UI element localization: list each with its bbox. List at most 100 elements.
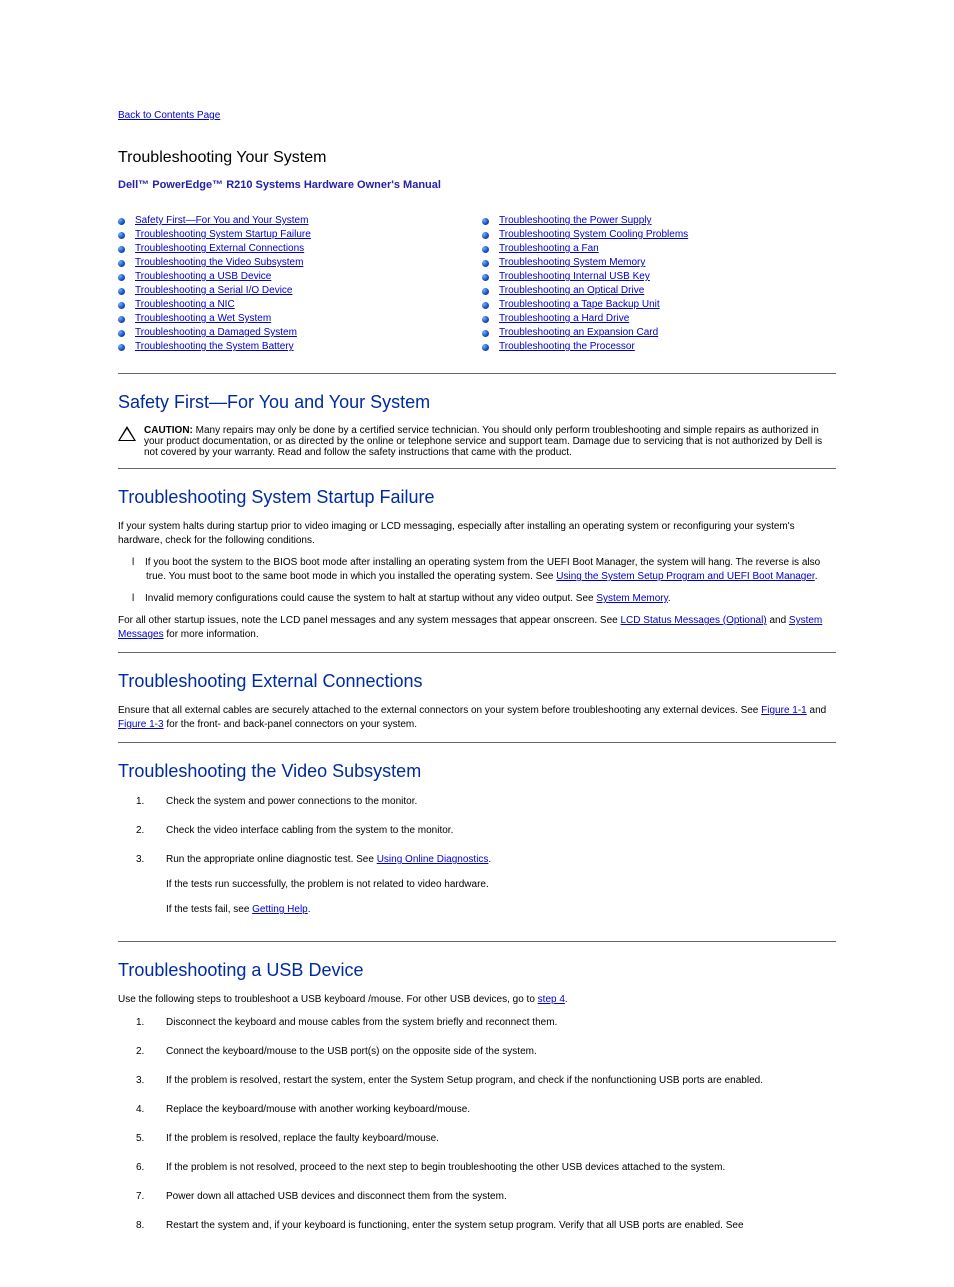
bullet-icon (482, 232, 489, 239)
toc-link[interactable]: Troubleshooting an Expansion Card (499, 327, 658, 339)
step-number: 3. (118, 852, 154, 927)
divider (118, 742, 836, 743)
toc: Safety First—For You and Your System Trou… (118, 215, 836, 355)
toc-link[interactable]: Troubleshooting a NIC (135, 299, 235, 311)
toc-link[interactable]: Troubleshooting Internal USB Key (499, 271, 650, 283)
step-item: 2. Check the video interface cabling fro… (118, 823, 836, 838)
toc-link[interactable]: Troubleshooting a Hard Drive (499, 313, 629, 325)
bullet-icon (118, 316, 125, 323)
caution-label: CAUTION: (144, 425, 193, 436)
toc-link[interactable]: Troubleshooting a Tape Backup Unit (499, 299, 660, 311)
toc-item: Troubleshooting Internal USB Key (482, 271, 836, 283)
list-item: l If you boot the system to the BIOS boo… (118, 556, 836, 584)
step-text: If the problem is resolved, restart the … (166, 1073, 836, 1088)
toc-item: Troubleshooting System Startup Failure (118, 229, 472, 241)
toc-link[interactable]: Troubleshooting a Damaged System (135, 327, 297, 339)
toc-link[interactable]: Troubleshooting the System Battery (135, 341, 294, 353)
step-text: Run the appropriate online diagnostic te… (166, 852, 836, 927)
step-item: 2. Connect the keyboard/mouse to the USB… (118, 1044, 836, 1059)
step-item: 5. If the problem is resolved, replace t… (118, 1131, 836, 1146)
back-to-contents-link[interactable]: Back to Contents Page (118, 110, 220, 121)
caution-text: CAUTION: Many repairs may only be done b… (144, 425, 836, 458)
toc-link[interactable]: Troubleshooting the Power Supply (499, 215, 652, 227)
link-system-memory[interactable]: System Memory (596, 593, 668, 604)
bullet-icon (118, 260, 125, 267)
bullet-icon (482, 274, 489, 281)
toc-link[interactable]: Troubleshooting an Optical Drive (499, 285, 644, 297)
toc-item: Troubleshooting a Wet System (118, 313, 472, 325)
toc-item: Troubleshooting the Video Subsystem (118, 257, 472, 269)
section-heading-safety: Safety First—For You and Your System (118, 392, 836, 413)
divider (118, 652, 836, 653)
link-getting-help[interactable]: Getting Help (252, 904, 308, 915)
toc-item: Troubleshooting the System Battery (118, 341, 472, 353)
divider (118, 941, 836, 942)
toc-item: Troubleshooting System Memory (482, 257, 836, 269)
step-item: 7. Power down all attached USB devices a… (118, 1189, 836, 1204)
section-heading-video: Troubleshooting the Video Subsystem (118, 761, 836, 782)
toc-item: Troubleshooting a USB Device (118, 271, 472, 283)
toc-link[interactable]: Troubleshooting a Wet System (135, 313, 271, 325)
bullet-icon (482, 316, 489, 323)
toc-link[interactable]: Troubleshooting a USB Device (135, 271, 271, 283)
toc-link[interactable]: Troubleshooting the Video Subsystem (135, 257, 303, 269)
step-number: 8. (118, 1218, 154, 1233)
toc-item: Troubleshooting System Cooling Problems (482, 229, 836, 241)
link-figure-1-3[interactable]: Figure 1-3 (118, 719, 164, 730)
link-online-diagnostics[interactable]: Using Online Diagnostics (377, 854, 489, 865)
step-text: Disconnect the keyboard and mouse cables… (166, 1015, 836, 1030)
toc-link[interactable]: Troubleshooting a Fan (499, 243, 599, 255)
caution-block: CAUTION: Many repairs may only be done b… (118, 425, 836, 458)
step-item: 3. Run the appropriate online diagnostic… (118, 852, 836, 927)
step-item: 1. Check the system and power connection… (118, 794, 836, 809)
link-step-4[interactable]: step 4 (538, 994, 565, 1005)
toc-item: Safety First—For You and Your System (118, 215, 472, 227)
toc-item: Troubleshooting a Tape Backup Unit (482, 299, 836, 311)
toc-link[interactable]: Safety First—For You and Your System (135, 215, 308, 227)
link-system-setup[interactable]: Using the System Setup Program and UEFI … (556, 571, 814, 582)
step-text: Check the system and power connections t… (166, 794, 836, 809)
page-title: Troubleshooting Your System (118, 149, 836, 167)
section-heading-startup: Troubleshooting System Startup Failure (118, 487, 836, 508)
step-number: 2. (118, 823, 154, 838)
toc-link[interactable]: Troubleshooting External Connections (135, 243, 304, 255)
bullet-icon (118, 330, 125, 337)
section-heading-external: Troubleshooting External Connections (118, 671, 836, 692)
toc-link[interactable]: Troubleshooting System Cooling Problems (499, 229, 688, 241)
toc-link[interactable]: Troubleshooting a Serial I/O Device (135, 285, 293, 297)
bullet-icon (482, 330, 489, 337)
paragraph: If your system halts during startup prio… (118, 520, 836, 548)
bullet-icon (118, 274, 125, 281)
link-figure-1-1[interactable]: Figure 1-1 (761, 705, 807, 716)
step-item: 8. Restart the system and, if your keybo… (118, 1218, 836, 1233)
manual-subtitle: Dell™ PowerEdge™ R210 Systems Hardware O… (118, 179, 836, 191)
step-number: 1. (118, 794, 154, 809)
bullet-icon (118, 246, 125, 253)
step-number: 7. (118, 1189, 154, 1204)
toc-item: Troubleshooting a Hard Drive (482, 313, 836, 325)
link-lcd-messages[interactable]: LCD Status Messages (Optional) (621, 615, 767, 626)
step-text: If the problem is not resolved, proceed … (166, 1160, 836, 1175)
bullet-icon (118, 232, 125, 239)
toc-item: Troubleshooting a Serial I/O Device (118, 285, 472, 297)
toc-item: Troubleshooting an Optical Drive (482, 285, 836, 297)
toc-right-column: Troubleshooting the Power Supply Troubles… (482, 215, 836, 355)
step-item: 6. If the problem is not resolved, proce… (118, 1160, 836, 1175)
bullet-icon (118, 218, 125, 225)
toc-item: Troubleshooting a NIC (118, 299, 472, 311)
toc-link[interactable]: Troubleshooting System Startup Failure (135, 229, 311, 241)
toc-link[interactable]: Troubleshooting System Memory (499, 257, 645, 269)
toc-left-column: Safety First—For You and Your System Trou… (118, 215, 472, 355)
step-item: 3. If the problem is resolved, restart t… (118, 1073, 836, 1088)
toc-item: Troubleshooting a Damaged System (118, 327, 472, 339)
step-text: Restart the system and, if your keyboard… (166, 1218, 836, 1233)
toc-item: Troubleshooting the Power Supply (482, 215, 836, 227)
bullet-icon (482, 246, 489, 253)
list-item: l Invalid memory configurations could ca… (118, 592, 836, 606)
step-text: Power down all attached USB devices and … (166, 1189, 836, 1204)
paragraph: Use the following steps to troubleshoot … (118, 993, 836, 1007)
step-text: Connect the keyboard/mouse to the USB po… (166, 1044, 836, 1059)
toc-link[interactable]: Troubleshooting the Processor (499, 341, 635, 353)
paragraph: For all other startup issues, note the L… (118, 614, 836, 642)
bullet-icon (482, 344, 489, 351)
